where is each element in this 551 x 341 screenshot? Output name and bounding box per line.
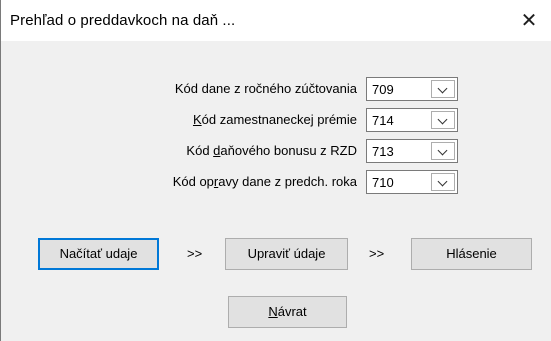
dialog-body: Kód dane z ročného zúčtovania 709 Kód za… — [1, 41, 551, 341]
back-button[interactable]: Návrat — [228, 296, 347, 328]
tax-code-annual-settlement-label: Kód dane z ročného zúčtovania — [174, 81, 357, 96]
chevron-down-icon — [437, 114, 448, 125]
dropdown-button[interactable] — [431, 80, 455, 98]
chevron-down-icon — [437, 83, 448, 94]
tax-code-annual-settlement-select[interactable]: 709 — [366, 77, 458, 101]
window-title: Prehľad o preddavkoch na daň ... — [10, 12, 236, 29]
load-data-button[interactable]: Načítať udaje — [38, 238, 159, 270]
select-value: 710 — [372, 175, 394, 190]
select-value: 709 — [372, 82, 394, 97]
edit-data-button[interactable]: Upraviť údaje — [225, 238, 348, 270]
report-button[interactable]: Hlásenie — [411, 238, 532, 270]
tax-bonus-code-label: Kód daňového bonusu z RZD — [186, 143, 357, 158]
tax-correction-code-label: Kód opravy dane z predch. roka — [172, 174, 357, 189]
employee-premium-code-select[interactable]: 714 — [366, 108, 458, 132]
dropdown-button[interactable] — [431, 142, 455, 160]
employee-premium-code-label: Kód zamestnaneckej prémie — [192, 112, 357, 127]
close-icon[interactable]: ✕ — [507, 0, 551, 41]
dialog-window: Prehľad o preddavkoch na daň ... ✕ Kód d… — [0, 0, 551, 341]
select-value: 714 — [372, 113, 394, 128]
title-bar[interactable]: Prehľad o preddavkoch na daň ... ✕ — [1, 0, 551, 41]
dropdown-button[interactable] — [431, 111, 455, 129]
step-separator: >> — [187, 246, 203, 261]
select-value: 713 — [372, 144, 394, 159]
step-separator: >> — [369, 246, 385, 261]
dropdown-button[interactable] — [431, 173, 455, 191]
tax-bonus-code-select[interactable]: 713 — [366, 139, 458, 163]
chevron-down-icon — [437, 176, 448, 187]
chevron-down-icon — [437, 145, 448, 156]
tax-correction-code-select[interactable]: 710 — [366, 170, 458, 194]
